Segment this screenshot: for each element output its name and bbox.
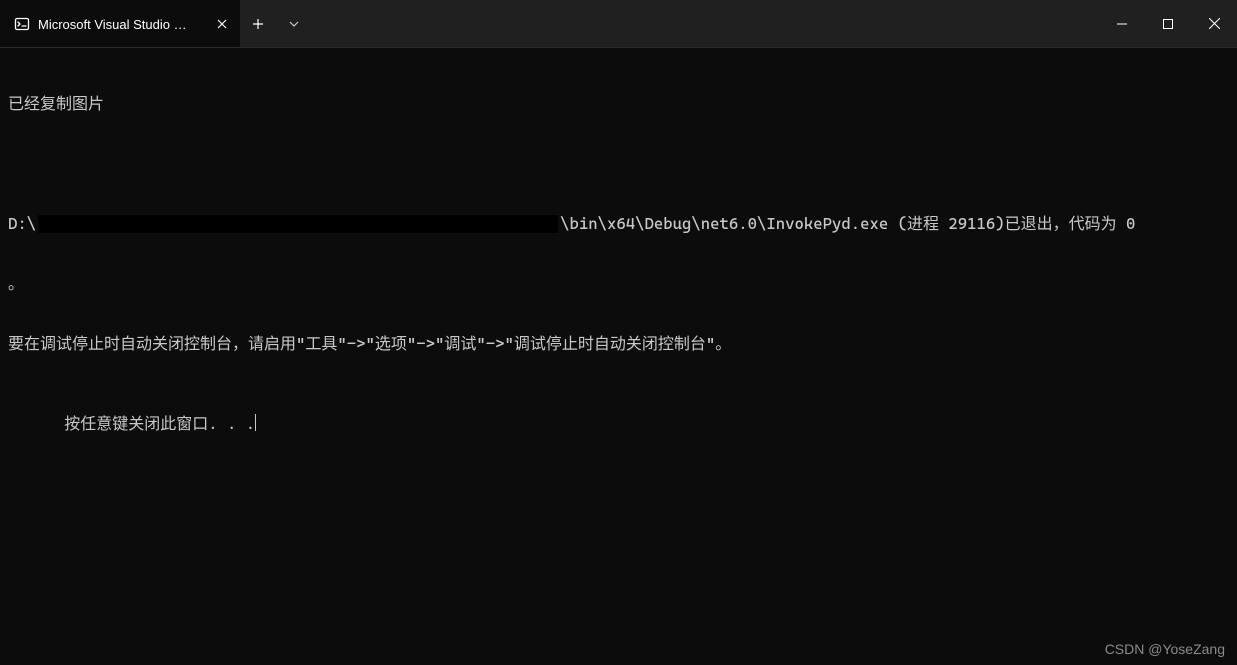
titlebar: Microsoft Visual Studio 调试控 xyxy=(0,0,1237,48)
blank-line xyxy=(8,154,1229,174)
output-line: 已经复制图片 xyxy=(8,94,1229,114)
terminal-icon xyxy=(14,16,30,32)
prompt-text: 按任意键关闭此窗口. . . xyxy=(64,414,255,433)
output-line: 。 xyxy=(8,274,1229,294)
tab-title: Microsoft Visual Studio 调试控 xyxy=(38,14,199,33)
terminal-output[interactable]: 已经复制图片 D:\ \bin\x64\Debug\net6.0\InvokeP… xyxy=(0,48,1237,665)
redacted-path xyxy=(38,215,558,233)
output-line: 要在调试停止时自动关闭控制台，请启用"工具"->"选项"->"调试"->"调试停… xyxy=(8,334,1229,354)
console-window: Microsoft Visual Studio 调试控 xyxy=(0,0,1237,665)
tab-close-button[interactable] xyxy=(213,15,230,33)
cursor xyxy=(255,414,256,431)
minimize-button[interactable] xyxy=(1099,0,1145,47)
tab-actions xyxy=(240,0,312,47)
output-line: D:\ \bin\x64\Debug\net6.0\InvokePyd.exe … xyxy=(8,214,1229,234)
window-controls xyxy=(1099,0,1237,47)
new-tab-button[interactable] xyxy=(240,0,276,47)
path-suffix: \bin\x64\Debug\net6.0\InvokePyd.exe (进程 … xyxy=(560,214,1135,234)
close-window-button[interactable] xyxy=(1191,0,1237,47)
active-tab[interactable]: Microsoft Visual Studio 调试控 xyxy=(0,0,240,47)
path-prefix: D:\ xyxy=(8,214,36,234)
tab-dropdown-button[interactable] xyxy=(276,0,312,47)
output-line: 按任意键关闭此窗口. . . xyxy=(8,394,1229,454)
maximize-button[interactable] xyxy=(1145,0,1191,47)
watermark: CSDN @YoseZang xyxy=(1105,641,1225,657)
titlebar-drag-region[interactable] xyxy=(312,0,1099,47)
